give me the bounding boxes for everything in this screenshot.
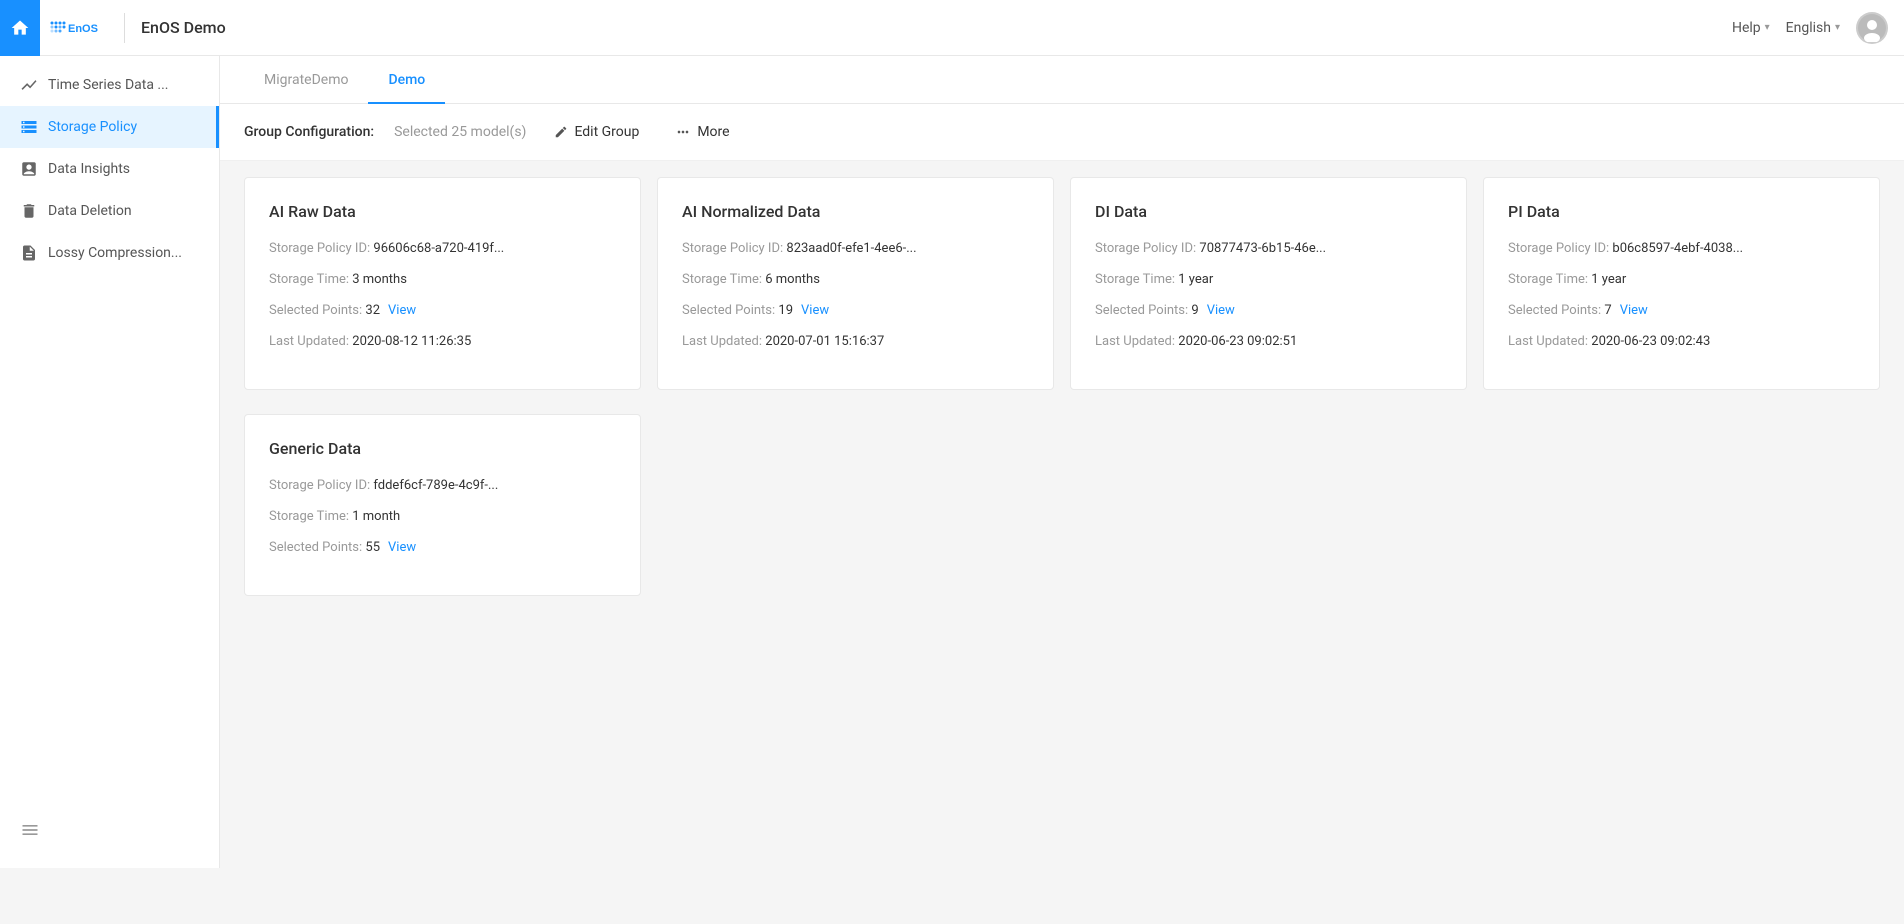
- storage-icon: [20, 118, 38, 136]
- edit-group-button[interactable]: Edit Group: [546, 120, 647, 144]
- card-generic-data: Generic Data Storage Policy ID: fddef6cf…: [244, 414, 641, 596]
- main-layout: Time Series Data ... Storage Policy Data…: [0, 56, 1904, 868]
- sidebar-label-data-deletion: Data Deletion: [48, 203, 132, 219]
- card-ai-normalized: AI Normalized Data Storage Policy ID: 82…: [657, 177, 1054, 390]
- card-di-data: DI Data Storage Policy ID: 70877473-6b15…: [1070, 177, 1467, 390]
- card-row-policy-id-generic: Storage Policy ID: fddef6cf-789e-4c9f-..…: [269, 478, 616, 493]
- card-row-storage-time-generic: Storage Time: 1 month: [269, 509, 616, 524]
- card-row-selected-points-ai-normalized: Selected Points: 19 View: [682, 303, 1029, 318]
- sidebar-item-data-insights[interactable]: Data Insights: [0, 148, 219, 190]
- sidebar-item-storage-policy[interactable]: Storage Policy: [0, 106, 219, 148]
- card-row-selected-points-ai-raw: Selected Points: 32 View: [269, 303, 616, 318]
- card-row-storage-time-ai-raw: Storage Time: 3 months: [269, 272, 616, 287]
- card-row-selected-points-di: Selected Points: 9 View: [1095, 303, 1442, 318]
- card-row-policy-id-ai-raw: Storage Policy ID: 96606c68-a720-419f...: [269, 241, 616, 256]
- group-config-label: Group Configuration:: [244, 124, 374, 140]
- compression-icon: [20, 244, 38, 262]
- help-button[interactable]: Help ▾: [1732, 20, 1770, 36]
- card-row-last-updated-pi: Last Updated: 2020-06-23 09:02:43: [1508, 334, 1855, 349]
- sidebar-item-data-deletion[interactable]: Data Deletion: [0, 190, 219, 232]
- view-link-ai-raw[interactable]: View: [388, 303, 416, 318]
- card-row-selected-points-pi: Selected Points: 7 View: [1508, 303, 1855, 318]
- tabs-bar: MigrateDemo Demo: [220, 56, 1904, 104]
- view-link-generic[interactable]: View: [388, 540, 416, 555]
- group-config-value: Selected 25 model(s): [394, 124, 526, 140]
- chart-icon: [20, 76, 38, 94]
- header-divider: [124, 13, 125, 43]
- cards-row-1: AI Raw Data Storage Policy ID: 96606c68-…: [220, 177, 1904, 414]
- sidebar: Time Series Data ... Storage Policy Data…: [0, 56, 220, 868]
- card-row-policy-id-di: Storage Policy ID: 70877473-6b15-46e...: [1095, 241, 1442, 256]
- card-title-generic: Generic Data: [269, 439, 616, 458]
- card-row-last-updated-ai-raw: Last Updated: 2020-08-12 11:26:35: [269, 334, 616, 349]
- card-row-storage-time-di: Storage Time: 1 year: [1095, 272, 1442, 287]
- view-link-pi[interactable]: View: [1620, 303, 1648, 318]
- view-link-ai-normalized[interactable]: View: [801, 303, 829, 318]
- insights-icon: [20, 160, 38, 178]
- card-title-di-data: DI Data: [1095, 202, 1442, 221]
- tab-migrate-demo[interactable]: MigrateDemo: [244, 56, 368, 104]
- home-button[interactable]: [0, 0, 40, 56]
- more-icon: [675, 124, 691, 140]
- card-ai-raw: AI Raw Data Storage Policy ID: 96606c68-…: [244, 177, 641, 390]
- app-name: EnOS Demo: [141, 18, 226, 37]
- deletion-icon: [20, 202, 38, 220]
- card-pi-data: PI Data Storage Policy ID: b06c8597-4ebf…: [1483, 177, 1880, 390]
- card-row-storage-time-pi: Storage Time: 1 year: [1508, 272, 1855, 287]
- header-right: Help ▾ English ▾: [1732, 12, 1888, 44]
- edit-icon: [554, 125, 568, 139]
- card-title-ai-raw: AI Raw Data: [269, 202, 616, 221]
- view-link-di[interactable]: View: [1207, 303, 1235, 318]
- card-title-pi-data: PI Data: [1508, 202, 1855, 221]
- cards-row-2: Generic Data Storage Policy ID: fddef6cf…: [220, 414, 1904, 620]
- sidebar-label-time-series: Time Series Data ...: [48, 77, 168, 93]
- tab-demo[interactable]: Demo: [368, 56, 445, 104]
- card-row-selected-points-generic: Selected Points: 55 View: [269, 540, 616, 555]
- more-button[interactable]: More: [667, 120, 737, 144]
- card-title-ai-normalized: AI Normalized Data: [682, 202, 1029, 221]
- card-row-policy-id-ai-normalized: Storage Policy ID: 823aad0f-efe1-4ee6-..…: [682, 241, 1029, 256]
- sidebar-label-data-insights: Data Insights: [48, 161, 130, 177]
- lang-caret: ▾: [1835, 22, 1840, 33]
- sidebar-bottom: [0, 804, 219, 860]
- help-caret: ▾: [1765, 22, 1770, 33]
- avatar[interactable]: [1856, 12, 1888, 44]
- main-content: MigrateDemo Demo Group Configuration: Se…: [220, 56, 1904, 868]
- app-header: EnOS EnOS Demo Help ▾ English ▾: [0, 0, 1904, 56]
- sidebar-label-lossy-compression: Lossy Compression...: [48, 245, 182, 261]
- group-config-bar: Group Configuration: Selected 25 model(s…: [220, 104, 1904, 161]
- app-logo: EnOS: [48, 14, 108, 42]
- sidebar-item-lossy-compression[interactable]: Lossy Compression...: [0, 232, 219, 274]
- sidebar-label-storage-policy: Storage Policy: [48, 119, 137, 135]
- sidebar-item-time-series[interactable]: Time Series Data ...: [0, 64, 219, 106]
- language-selector[interactable]: English ▾: [1786, 20, 1840, 36]
- svg-text:EnOS: EnOS: [68, 23, 98, 35]
- card-row-policy-id-pi: Storage Policy ID: b06c8597-4ebf-4038...: [1508, 241, 1855, 256]
- card-row-last-updated-ai-normalized: Last Updated: 2020-07-01 15:16:37: [682, 334, 1029, 349]
- card-row-last-updated-di: Last Updated: 2020-06-23 09:02:51: [1095, 334, 1442, 349]
- card-row-storage-time-ai-normalized: Storage Time: 6 months: [682, 272, 1029, 287]
- menu-icon[interactable]: [20, 820, 40, 840]
